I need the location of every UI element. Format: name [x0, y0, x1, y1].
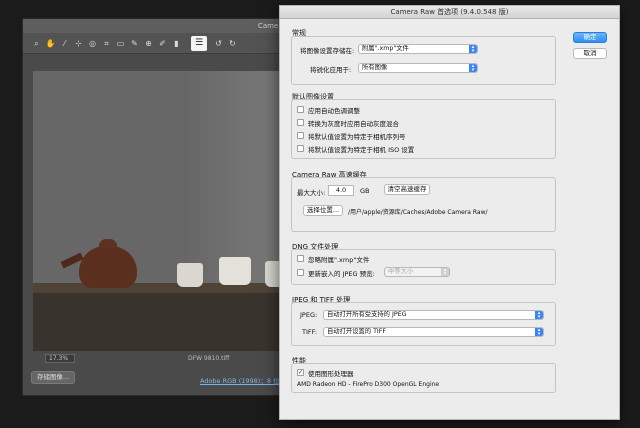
use-gpu-label: 使用图形处理器	[308, 370, 354, 378]
preview-size-select: 中等大小 ▴ ▾	[384, 267, 450, 277]
chevron-down-icon: ▴ ▾	[441, 268, 449, 276]
ignore-xmp-checkbox[interactable]	[297, 255, 304, 262]
file-name: DFW 9810.tiff	[188, 355, 230, 362]
rotate-ccw-icon[interactable]: ↺	[213, 38, 224, 49]
chevron-down-icon: ▴ ▾	[469, 45, 477, 53]
spot-removal-icon[interactable]: ✎	[129, 38, 140, 49]
cache-path: /用户/apple/资源库/Caches/Adobe Camera Raw/	[348, 209, 488, 216]
crop-icon[interactable]: ⌗	[101, 38, 112, 49]
white-balance-icon[interactable]: ⁄	[59, 38, 70, 49]
rotate-cw-icon[interactable]: ↻	[227, 38, 238, 49]
auto-tone-label: 应用自动色调调整	[308, 107, 360, 115]
use-gpu-checkbox[interactable]: ✓	[297, 369, 304, 376]
chevron-down-icon: ▴ ▾	[535, 311, 543, 319]
zoom-select[interactable]: 17.3%	[45, 354, 75, 363]
max-size-input[interactable]: 4.0	[328, 185, 354, 196]
color-sampler-icon[interactable]: ⊹	[73, 38, 84, 49]
gpu-name: AMD Radeon HD - FirePro D300 OpenGL Engi…	[297, 381, 440, 388]
apply-sharpening-label: 将锐化应用于:	[310, 66, 352, 74]
auto-grayscale-label: 转换为灰度时应用自动灰度混合	[308, 120, 399, 128]
dialog-title: Camera Raw 首选项 (9.4.0.548 版)	[280, 6, 619, 19]
window-title: Came	[23, 19, 321, 33]
update-jpeg-checkbox[interactable]	[297, 269, 304, 276]
hand-icon[interactable]: ✋	[45, 38, 56, 49]
iso-specific-checkbox[interactable]	[297, 145, 304, 152]
purge-cache-button[interactable]: 清空高速缓存	[384, 184, 430, 195]
save-settings-select[interactable]: 附属".xmp"文件 ▴ ▾	[358, 44, 478, 54]
preferences-icon[interactable]: ☰	[191, 36, 207, 51]
ok-button[interactable]: 确定	[573, 32, 607, 43]
cancel-button[interactable]: 取消	[573, 48, 607, 59]
straighten-icon[interactable]: ▭	[115, 38, 126, 49]
target-adjust-icon[interactable]: ◎	[87, 38, 98, 49]
status-bar: 17.3% DFW 9810.tiff	[23, 353, 321, 365]
update-jpeg-label: 更新嵌入的 JPEG 预览:	[308, 270, 375, 278]
image-preview	[33, 71, 315, 351]
ignore-xmp-label: 忽略附属".xmp"文件	[308, 256, 370, 264]
jpeg-tiff-group	[291, 302, 556, 346]
auto-grayscale-checkbox[interactable]	[297, 119, 304, 126]
apply-sharpening-select[interactable]: 所有图像 ▴ ▾	[358, 63, 478, 73]
save-image-button[interactable]: 存储图像...	[31, 371, 75, 384]
select-location-button[interactable]: 选择位置...	[303, 205, 343, 216]
tiff-label: TIFF:	[302, 328, 318, 336]
jpeg-handling-select[interactable]: 自动打开所有受支持的 JPEG ▴ ▾	[323, 310, 544, 320]
workflow-options-link[interactable]: Adobe RGB (1998)；8 位；	[200, 375, 286, 385]
size-unit-label: GB	[360, 187, 370, 195]
max-size-label: 最大大小:	[297, 189, 326, 197]
save-settings-label: 将图像设置存储在:	[300, 47, 355, 55]
camera-raw-window: Came ⌕ ✋ ⁄ ⊹ ◎ ⌗ ▭ ✎ ⊕ ✐ ▮ ☰ ↺ ↻ 17.3% D…	[22, 18, 322, 396]
teapot	[79, 246, 137, 288]
teacup	[177, 263, 203, 287]
chevron-down-icon: ▴ ▾	[535, 328, 543, 336]
tiff-handling-select[interactable]: 自动打开设置的 TIFF ▴ ▾	[323, 327, 544, 337]
red-eye-icon[interactable]: ⊕	[143, 38, 154, 49]
serial-specific-label: 将默认值设置为特定于相机序列号	[308, 133, 406, 141]
serial-specific-checkbox[interactable]	[297, 132, 304, 139]
auto-tone-checkbox[interactable]	[297, 106, 304, 113]
teacup	[219, 257, 251, 285]
adjustment-brush-icon[interactable]: ✐	[157, 38, 168, 49]
iso-specific-label: 将默认值设置为特定于相机 ISO 设置	[308, 146, 415, 154]
chevron-down-icon: ▴ ▾	[469, 64, 477, 72]
jpeg-label: JPEG:	[300, 311, 318, 319]
toolbar: ⌕ ✋ ⁄ ⊹ ◎ ⌗ ▭ ✎ ⊕ ✐ ▮ ☰ ↺ ↻	[23, 33, 321, 54]
graduated-filter-icon[interactable]: ▮	[171, 38, 182, 49]
zoom-icon[interactable]: ⌕	[31, 38, 42, 49]
preferences-dialog: Camera Raw 首选项 (9.4.0.548 版) 确定 取消 常规 将图…	[279, 5, 620, 420]
